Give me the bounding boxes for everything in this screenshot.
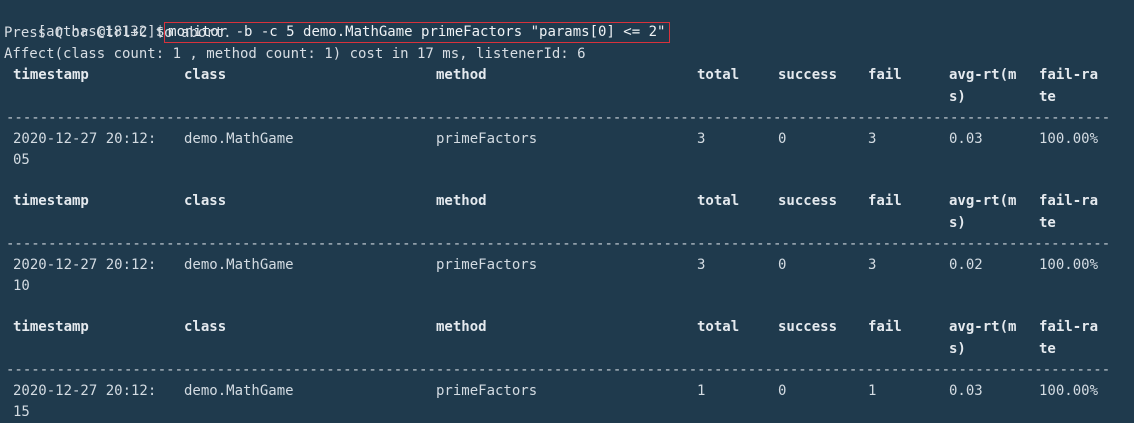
header-avg-rt-cont: s) xyxy=(949,89,966,105)
header-avg-rt: avg-rt(m xyxy=(949,193,1017,209)
command-line: [arthas@18132]$ monitor -b -c 5 demo.Math… xyxy=(4,1,671,43)
header-method: method xyxy=(436,193,487,209)
header-fail-rate-cont: te xyxy=(1039,341,1056,357)
command-text: monitor -b -c 5 demo.MathGame primeFacto… xyxy=(168,24,666,40)
header-method: method xyxy=(436,319,487,335)
row-class: demo.MathGame xyxy=(184,257,294,273)
row-method: primeFactors xyxy=(436,383,538,399)
header-fail-rate-cont: te xyxy=(1039,215,1056,231)
row-success: 0 xyxy=(778,383,787,399)
header-avg-rt-cont: s) xyxy=(949,215,966,231)
header-class: class xyxy=(184,193,227,209)
header-timestamp: timestamp xyxy=(13,67,89,83)
header-class: class xyxy=(184,319,227,335)
row-success: 0 xyxy=(778,131,787,147)
header-total: total xyxy=(697,67,740,83)
row-success: 0 xyxy=(778,257,787,273)
row-fail: 3 xyxy=(868,257,877,273)
row-avg-rt: 0.03 xyxy=(949,131,983,147)
terminal-window[interactable]: [arthas@18132]$ monitor -b -c 5 demo.Math… xyxy=(0,0,1134,423)
header-timestamp: timestamp xyxy=(13,319,89,335)
table-divider: ----------------------------------------… xyxy=(6,110,1110,126)
header-fail: fail xyxy=(868,193,902,209)
row-fail: 3 xyxy=(868,131,877,147)
row-total: 1 xyxy=(697,383,706,399)
row-method: primeFactors xyxy=(436,131,538,147)
row-timestamp-cont: 15 xyxy=(13,404,30,420)
row-fail-rate: 100.00% xyxy=(1039,257,1099,273)
row-method: primeFactors xyxy=(436,257,538,273)
row-fail-rate: 100.00% xyxy=(1039,131,1099,147)
table-divider: ----------------------------------------… xyxy=(6,362,1110,378)
row-timestamp-cont: 05 xyxy=(13,152,30,168)
header-success: success xyxy=(778,193,838,209)
row-total: 3 xyxy=(697,131,706,147)
row-timestamp: 2020-12-27 20:12: xyxy=(13,257,157,273)
row-timestamp: 2020-12-27 20:12: xyxy=(13,131,157,147)
header-class: class xyxy=(184,67,227,83)
command-highlight: monitor -b -c 5 demo.MathGame primeFacto… xyxy=(164,22,671,43)
header-timestamp: timestamp xyxy=(13,193,89,209)
header-fail: fail xyxy=(868,67,902,83)
row-class: demo.MathGame xyxy=(184,131,294,147)
table-divider: ----------------------------------------… xyxy=(6,236,1110,252)
row-class: demo.MathGame xyxy=(184,383,294,399)
header-total: total xyxy=(697,193,740,209)
header-fail-rate: fail-ra xyxy=(1039,67,1099,83)
header-fail-rate: fail-ra xyxy=(1039,193,1099,209)
header-avg-rt: avg-rt(m xyxy=(949,319,1017,335)
header-fail-rate: fail-ra xyxy=(1039,319,1099,335)
row-avg-rt: 0.03 xyxy=(949,383,983,399)
header-avg-rt: avg-rt(m xyxy=(949,67,1017,83)
header-success: success xyxy=(778,67,838,83)
header-fail-rate-cont: te xyxy=(1039,89,1056,105)
header-method: method xyxy=(436,67,487,83)
affect-summary: Affect(class count: 1 , method count: 1)… xyxy=(4,46,586,62)
header-total: total xyxy=(697,319,740,335)
row-fail: 1 xyxy=(868,383,877,399)
row-timestamp: 2020-12-27 20:12: xyxy=(13,383,157,399)
row-fail-rate: 100.00% xyxy=(1039,383,1099,399)
header-success: success xyxy=(778,319,838,335)
header-fail: fail xyxy=(868,319,902,335)
row-timestamp-cont: 10 xyxy=(13,278,30,294)
row-total: 3 xyxy=(697,257,706,273)
abort-hint: Press Q or Ctrl+C to abort. xyxy=(4,25,232,41)
row-avg-rt: 0.02 xyxy=(949,257,983,273)
header-avg-rt-cont: s) xyxy=(949,341,966,357)
